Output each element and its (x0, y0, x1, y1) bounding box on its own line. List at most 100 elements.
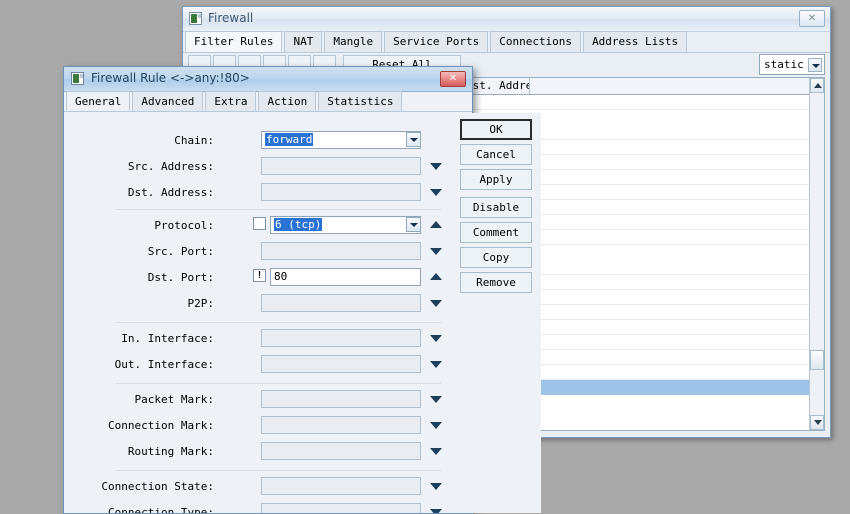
caret-down-icon[interactable] (430, 422, 442, 429)
caret-down-icon[interactable] (430, 335, 442, 342)
firewall-rule-dialog: Firewall Rule <->any:!80> ✕ General Advan… (63, 66, 541, 514)
form-row: Chain: forward (64, 131, 450, 153)
field-label: Protocol: (154, 219, 214, 232)
rule-general-form: Chain: forward Src. Address: Dst. Address: P… (64, 113, 450, 513)
firewall-tab-mangle[interactable]: Mangle (324, 31, 383, 52)
field-value: forward (265, 133, 314, 146)
tab-label: Filter Rules (194, 35, 274, 48)
section-divider (116, 209, 441, 210)
field-input[interactable] (261, 416, 421, 434)
caret-up-icon[interactable] (430, 221, 442, 228)
form-row: Routing Mark: (64, 442, 450, 464)
field-input[interactable] (261, 157, 421, 175)
tab-label: Connections (499, 35, 573, 48)
scrollbar-thumb[interactable] (810, 350, 824, 370)
caret-down-icon[interactable] (430, 300, 442, 307)
disable-button[interactable]: Disable (460, 197, 532, 218)
field-input[interactable]: 80 (270, 268, 421, 286)
field-label: Out. Interface: (114, 358, 214, 371)
firewall-tab-nat[interactable]: NAT (284, 31, 323, 52)
remove-button[interactable]: Remove (460, 272, 532, 293)
caret-down-icon[interactable] (430, 509, 442, 513)
rule-tab-action[interactable]: Action (258, 91, 317, 111)
rule-dialog-icon (71, 72, 84, 85)
form-row: Src. Address: (64, 157, 450, 179)
field-input[interactable]: forward (261, 131, 421, 149)
negate-checkbox[interactable]: ! (253, 269, 266, 282)
rule-tab-advanced[interactable]: Advanced (132, 91, 204, 111)
cell-dst-address (466, 95, 528, 109)
tab-label: Address Lists (592, 35, 679, 48)
rule-dialog-close-button[interactable]: ✕ (440, 71, 466, 87)
caret-down-icon[interactable] (430, 361, 442, 368)
chevron-down-icon[interactable] (406, 132, 421, 147)
field-label: Connection Mark: (108, 419, 214, 432)
tab-label: Action (267, 95, 308, 108)
field-input[interactable] (261, 355, 421, 373)
firewall-tab-address-lists[interactable]: Address Lists (583, 31, 688, 52)
field-label: In. Interface: (121, 332, 214, 345)
caret-down-icon[interactable] (430, 163, 442, 170)
tab-label: NAT (293, 35, 314, 48)
form-row: Connection State: (64, 477, 450, 499)
field-label: Routing Mark: (127, 445, 214, 458)
firewall-tab-filter-rules[interactable]: Filter Rules (185, 31, 283, 52)
caret-down-icon[interactable] (430, 448, 442, 455)
caret-down-icon[interactable] (430, 483, 442, 490)
ok-button[interactable]: OK (460, 119, 532, 140)
firewall-titlebar[interactable]: Firewall ✕ (183, 7, 830, 32)
field-label: Dst. Address: (127, 186, 214, 199)
form-row: Out. Interface: (64, 355, 450, 377)
field-input[interactable]: 6 (tcp) (270, 216, 421, 234)
rule-dialog-titlebar[interactable]: Firewall Rule <->any:!80> ✕ (64, 67, 472, 92)
caret-down-icon[interactable] (430, 248, 442, 255)
form-row: Protocol: 6 (tcp) (64, 216, 450, 238)
field-input[interactable] (261, 294, 421, 312)
section-divider (116, 322, 441, 323)
field-value: 6 (tcp) (274, 218, 323, 231)
scroll-up-button[interactable] (810, 78, 824, 93)
rule-tab-general[interactable]: General (66, 91, 131, 111)
tab-label: General (75, 95, 122, 108)
field-label: Src. Port: (147, 245, 214, 258)
field-input[interactable] (261, 477, 421, 495)
field-input[interactable] (261, 503, 421, 513)
table-vertical-scrollbar[interactable] (809, 78, 824, 430)
field-input[interactable] (261, 242, 421, 260)
chevron-down-icon (808, 58, 822, 72)
caret-down-icon[interactable] (430, 396, 442, 403)
firewall-tab-service-ports[interactable]: Service Ports (384, 31, 489, 52)
apply-button[interactable]: Apply (460, 169, 532, 190)
form-row: In. Interface: (64, 329, 450, 351)
rule-dialog-title: Firewall Rule <->any:!80> (91, 71, 250, 85)
form-row: Dst. Address: (64, 183, 450, 205)
field-input[interactable] (261, 183, 421, 201)
form-row: Connection Mark: (64, 416, 450, 438)
field-input[interactable] (261, 329, 421, 347)
form-row: Dst. Port:! 80 (64, 268, 450, 290)
firewall-tab-connections[interactable]: Connections (490, 31, 582, 52)
firewall-window-icon (189, 12, 202, 25)
copy-button[interactable]: Copy (460, 247, 532, 268)
firewall-window-title: Firewall (208, 11, 254, 25)
comment-button[interactable]: Comment (460, 222, 532, 243)
chevron-down-icon[interactable] (406, 217, 421, 232)
field-label: P2P: (187, 297, 215, 310)
field-input[interactable] (261, 442, 421, 460)
rule-dialog-buttons: OK Cancel Apply Disable Comment Copy Remove (460, 119, 538, 297)
negate-checkbox[interactable] (253, 217, 266, 230)
field-input[interactable] (261, 390, 421, 408)
rule-dialog-button-panel: OK Cancel Apply Disable Comment Copy Remove (453, 113, 541, 513)
form-row: Connection Type: (64, 503, 450, 513)
section-divider (116, 470, 441, 471)
caret-down-icon[interactable] (430, 189, 442, 196)
firewall-filter-select[interactable]: static (759, 54, 825, 75)
caret-up-icon[interactable] (430, 273, 442, 280)
rule-tab-statistics[interactable]: Statistics (318, 91, 403, 111)
field-label: Packet Mark: (134, 393, 214, 406)
firewall-close-button[interactable]: ✕ (799, 10, 825, 27)
cancel-button[interactable]: Cancel (460, 144, 532, 165)
scroll-down-button[interactable] (810, 415, 824, 430)
rule-tab-extra[interactable]: Extra (205, 91, 257, 111)
firewall-filter-select-value: static (764, 58, 804, 71)
